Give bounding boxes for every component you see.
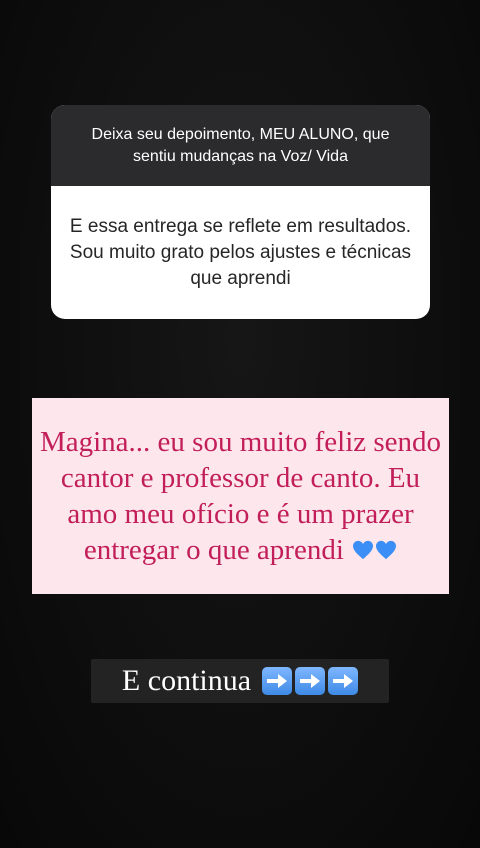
right-arrow-icon [328, 667, 359, 695]
answer-text: E essa entrega se reflete em resultados.… [69, 215, 412, 289]
right-arrow-icon [262, 667, 293, 695]
blue-heart-icon [376, 540, 397, 560]
question-header: Deixa seu depoimento, MEU ALUNO, que sen… [51, 105, 430, 186]
right-arrow-icon [295, 667, 326, 695]
blue-heart-icon [353, 540, 374, 560]
question-text: Deixa seu depoimento, MEU ALUNO, que sen… [91, 125, 390, 165]
continue-label: E continua [91, 659, 389, 703]
story-canvas: Deixa seu depoimento, MEU ALUNO, que sen… [0, 0, 480, 848]
reply-text-wrapper: Magina... eu sou muito feliz sendo canto… [38, 424, 443, 568]
answer-body: E essa entrega se reflete em resultados.… [51, 186, 430, 319]
reply-text-box: Magina... eu sou muito feliz sendo canto… [32, 398, 449, 594]
continue-text: E continua [121, 664, 252, 697]
question-sticker[interactable]: Deixa seu depoimento, MEU ALUNO, que sen… [51, 105, 430, 319]
